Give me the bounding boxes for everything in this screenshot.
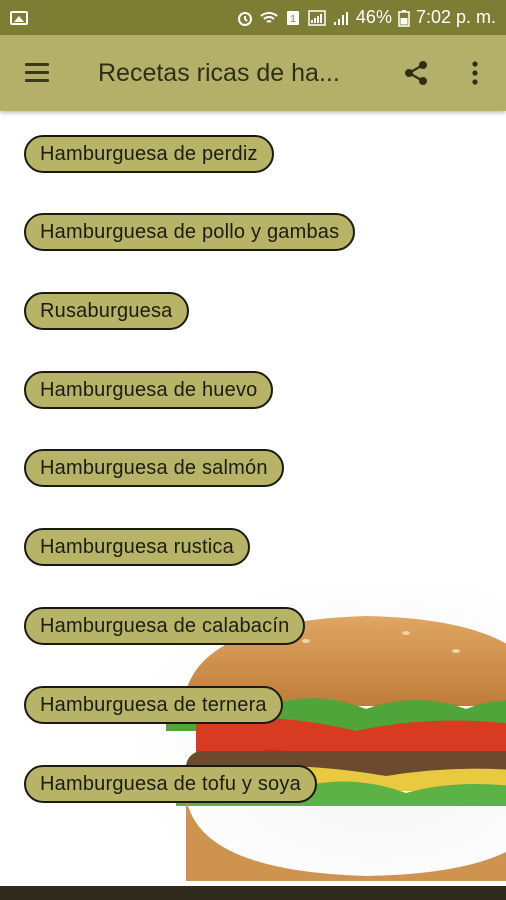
recipe-button[interactable]: Hamburguesa de salmón <box>24 449 284 487</box>
status-right: 1 46% 7:02 p. m. <box>236 7 496 28</box>
app-bar: Recetas ricas de ha... <box>0 35 506 111</box>
clock: 7:02 p. m. <box>415 7 496 27</box>
signal-lte-icon <box>308 9 326 26</box>
bottom-edge <box>0 886 506 900</box>
share-icon[interactable] <box>402 59 430 87</box>
recipe-button[interactable]: Hamburguesa de tofu y soya <box>24 765 317 803</box>
status-bar: 1 46% 7:02 p. m. <box>0 0 506 35</box>
recipe-button[interactable]: Hamburguesa de calabacín <box>24 607 306 645</box>
recipe-list[interactable]: Hamburguesa de perdiz Hamburguesa de pol… <box>0 111 506 900</box>
svg-text:1: 1 <box>290 14 296 25</box>
signal-icon <box>333 11 348 25</box>
alarm-icon <box>237 11 252 26</box>
recipe-button[interactable]: Hamburguesa de pollo y gambas <box>24 213 356 251</box>
app-title: Recetas ricas de ha... <box>98 58 340 87</box>
recipe-button[interactable]: Hamburguesa rustica <box>24 528 250 566</box>
recipe-button[interactable]: Hamburguesa de perdiz <box>24 135 274 173</box>
gallery-notification-icon <box>10 10 28 25</box>
wifi-icon <box>260 11 278 23</box>
menu-icon[interactable] <box>22 61 52 85</box>
recipe-button[interactable]: Hamburguesa de ternera <box>24 686 283 724</box>
battery-percent: 46% <box>355 7 392 27</box>
recipe-button[interactable]: Hamburguesa de huevo <box>24 371 274 409</box>
battery-icon <box>398 9 410 27</box>
recipe-button[interactable]: Rusaburguesa <box>24 292 189 330</box>
more-options-icon[interactable] <box>470 59 480 87</box>
sim-icon: 1 <box>286 10 299 25</box>
